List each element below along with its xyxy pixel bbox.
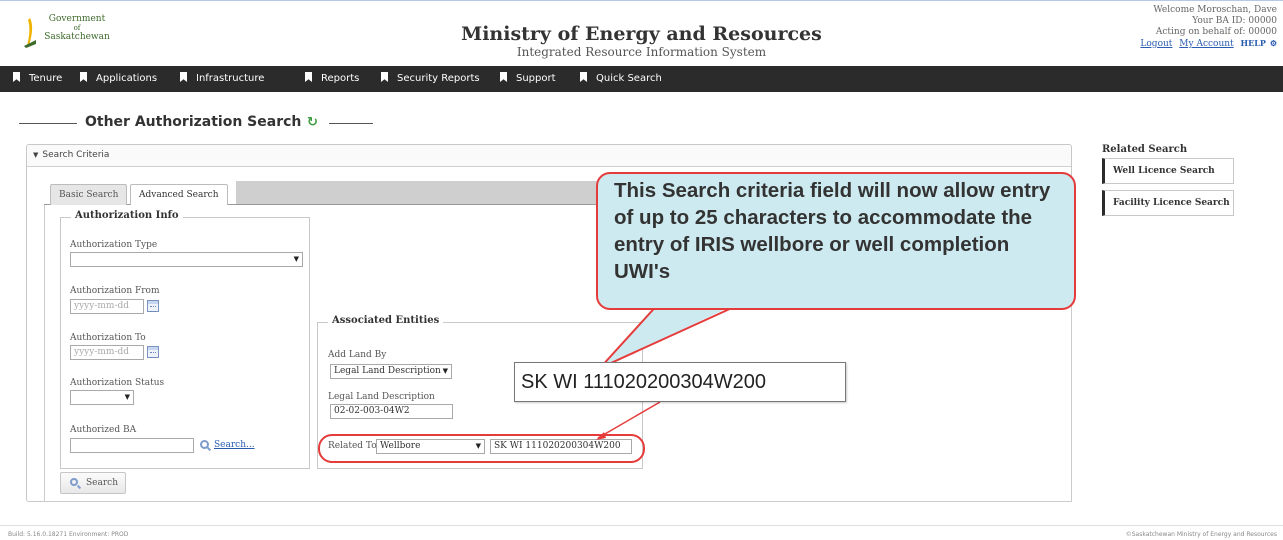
copyright-text: ©Saskatchewan Ministry of Energy and Res… (1125, 531, 1277, 538)
well-licence-search-link[interactable]: Well Licence Search (1102, 158, 1234, 184)
zoomed-uwi-value: SK WI 111020200304W200 (514, 362, 846, 402)
zoom-pointer-line (597, 401, 661, 439)
facility-licence-search-link[interactable]: Facility Licence Search (1102, 190, 1234, 216)
footer: Build: 5.16.0.18271 Environment: PROD ©S… (0, 525, 1283, 540)
callout-text: This Search criteria field will now allo… (614, 179, 1051, 283)
annotation-callout: This Search criteria field will now allo… (596, 172, 1076, 310)
callout-tail-join (648, 303, 744, 307)
build-info: Build: 5.16.0.18271 Environment: PROD (8, 531, 129, 538)
zoom-pointer-arrowhead (596, 432, 606, 440)
related-search-title: Related Search (1102, 144, 1188, 155)
